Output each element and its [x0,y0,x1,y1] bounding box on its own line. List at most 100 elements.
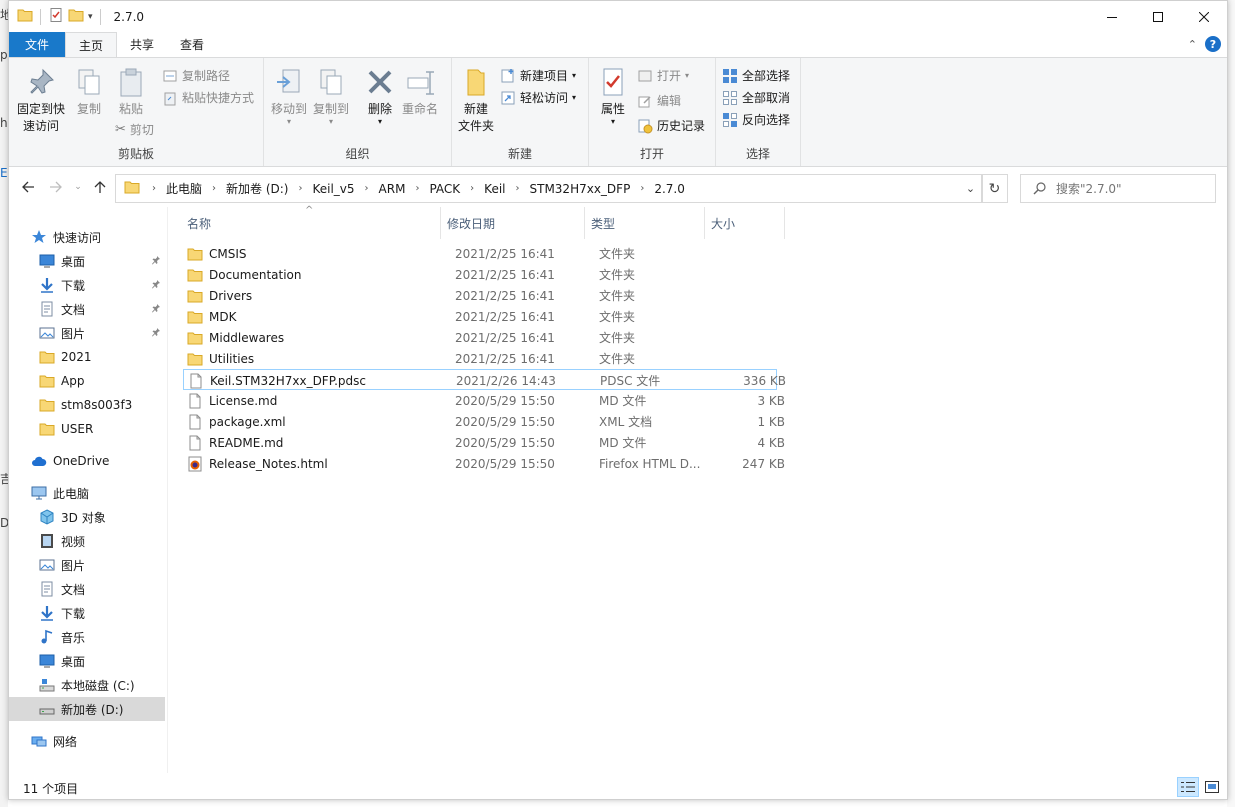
breadcrumb-item[interactable]: STM32H7xx_DFP [530,182,631,196]
nav-item[interactable]: USER [9,417,165,441]
column-header-size[interactable]: 大小 [705,207,785,239]
new-folder-button[interactable]: 新建 文件夹 [456,66,496,135]
breadcrumb-separator-icon[interactable]: › [415,183,419,194]
nav-item[interactable]: 图片 [9,321,165,345]
breadcrumb-item[interactable]: ARM [379,182,406,196]
nav-item[interactable]: 本地磁盘 (C:) [9,673,165,697]
nav-item[interactable]: 下载 [9,273,165,297]
breadcrumb-separator-icon[interactable]: › [470,183,474,194]
properties-button[interactable]: 属性 ▾ [593,66,633,126]
breadcrumb-separator-icon[interactable]: › [365,183,369,194]
customize-toolbar-icon[interactable]: ▾ [88,12,93,22]
breadcrumb-item[interactable]: Keil [484,182,505,196]
file-size [713,348,785,369]
open-button[interactable]: 打开 ▾ [637,67,689,84]
nav-item[interactable]: stm8s003f3 [9,393,165,417]
nav-item[interactable]: 网络 [9,729,165,753]
nav-item[interactable]: 2021 [9,345,165,369]
breadcrumb-item[interactable]: 新加卷 (D:) [226,180,288,197]
open-icon [638,70,652,81]
nav-item[interactable]: 文档 [9,297,165,321]
nav-item[interactable]: 快速访问 [9,225,165,249]
search-box[interactable] [1020,174,1216,203]
address-bar[interactable]: › 此电脑 › 新加卷 (D:) › Keil_v5 › ARM › PACK › Keil › STM3… [115,174,983,203]
nav-item-label: 网络 [53,734,78,749]
tab-file[interactable]: 文件 [9,32,66,57]
copy-button[interactable]: 复制 [71,66,107,118]
pin-quick-access-button[interactable]: 固定到快 速访问 [13,66,69,135]
file-row[interactable]: Documentation 2021/2/25 16:41 文件夹 [183,264,777,285]
nav-item[interactable]: 新加卷 (D:) [9,697,165,721]
breadcrumb-item[interactable]: 2.7.0 [654,182,685,196]
file-row[interactable]: package.xml 2020/5/29 15:50 XML 文档 1 KB [183,411,785,432]
tab-share[interactable]: 共享 [117,32,167,57]
move-to-button[interactable]: 移动到 ▾ [268,66,310,126]
minimize-button[interactable] [1089,1,1135,32]
up-button[interactable] [87,174,113,200]
invert-selection-button[interactable]: 反向选择 [722,111,790,128]
file-row[interactable]: Drivers 2021/2/25 16:41 文件夹 [183,285,777,306]
nav-item[interactable]: 此电脑 [9,481,165,505]
nav-item[interactable]: 下载 [9,601,165,625]
file-row[interactable]: Utilities 2021/2/25 16:41 文件夹 [183,348,777,369]
new-folder-icon[interactable] [68,7,84,26]
copy-path-button[interactable]: 复制路径 [162,67,230,84]
tab-view[interactable]: 查看 [167,32,217,57]
nav-item[interactable]: App [9,369,165,393]
easy-access-button[interactable]: 轻松访问 ▾ [500,89,576,106]
history-button[interactable]: 历史记录 [637,117,705,134]
address-dropdown-button[interactable]: ⌄ [958,175,982,202]
properties-icon[interactable] [48,7,64,26]
pane-divider[interactable] [167,207,168,773]
select-all-button[interactable]: 全部选择 [722,67,790,84]
column-header-date[interactable]: 修改日期 [441,207,585,239]
delete-button[interactable]: 删除 ▾ [362,66,398,126]
nav-item[interactable]: 文档 [9,577,165,601]
paste-shortcut-button[interactable]: 粘贴快捷方式 [162,89,254,106]
paste-button[interactable]: 粘贴 [111,66,151,118]
breadcrumb-separator-icon[interactable]: › [212,183,216,194]
breadcrumb-separator-icon[interactable]: › [640,183,644,194]
nav-item[interactable]: 3D 对象 [9,505,165,529]
edit-button[interactable]: 编辑 [637,92,681,109]
file-row[interactable]: README.md 2020/5/29 15:50 MD 文件 4 KB [183,432,785,453]
nav-item[interactable]: 桌面 [9,649,165,673]
cut-button[interactable]: ✂ 剪切 [115,121,154,138]
search-input[interactable] [1056,181,1196,196]
column-header-name[interactable]: 名称 [181,207,441,239]
file-row[interactable]: MDK 2021/2/25 16:41 文件夹 [183,306,777,327]
nav-item[interactable]: 音乐 [9,625,165,649]
nav-item[interactable]: 视频 [9,529,165,553]
maximize-button[interactable] [1135,1,1181,32]
details-view-button[interactable] [1177,777,1199,797]
rename-button[interactable]: 重命名 [398,66,442,118]
file-row[interactable]: License.md 2020/5/29 15:50 MD 文件 3 KB [183,390,785,411]
file-date: 2021/2/25 16:41 [455,330,555,345]
copy-to-button[interactable]: 复制到 ▾ [310,66,352,126]
tab-home[interactable]: 主页 [65,32,118,57]
select-none-button[interactable]: 全部取消 [722,89,790,106]
column-header-type[interactable]: 类型 [585,207,705,239]
breadcrumb-item[interactable]: Keil_v5 [312,182,354,196]
breadcrumb-separator-icon[interactable]: › [516,183,520,194]
file-type: 文件夹 [599,268,636,282]
file-row[interactable]: Keil.STM32H7xx_DFP.pdsc 2021/2/26 14:43 PD… [183,369,786,390]
nav-item[interactable]: OneDrive [9,449,165,473]
file-row[interactable]: Release_Notes.html 2020/5/29 15:50 Firefox… [183,453,785,474]
help-icon[interactable]: ? [1205,36,1221,52]
refresh-button[interactable]: ↻ [981,174,1008,203]
breadcrumb-separator-icon[interactable]: › [298,183,302,194]
back-button[interactable] [15,174,41,200]
new-item-button[interactable]: 新建项目 ▾ [500,67,576,84]
close-button[interactable] [1181,1,1227,32]
file-row[interactable]: CMSIS 2021/2/25 16:41 文件夹 [183,243,777,264]
breadcrumb-item[interactable]: 此电脑 [166,180,202,197]
file-row[interactable]: Middlewares 2021/2/25 16:41 文件夹 [183,327,777,348]
nav-item[interactable]: 图片 [9,553,165,577]
nav-item[interactable]: 桌面 [9,249,165,273]
large-icons-view-button[interactable] [1201,777,1223,797]
breadcrumb-item[interactable]: PACK [429,182,460,196]
clipboard-group: 固定到快 速访问 复制 粘贴 复制路径 粘贴快捷方式 ✂ 剪切 剪贴板 [9,58,264,166]
collapse-ribbon-icon[interactable]: ⌃ [1188,38,1197,51]
breadcrumb-separator-icon[interactable]: › [152,183,156,194]
